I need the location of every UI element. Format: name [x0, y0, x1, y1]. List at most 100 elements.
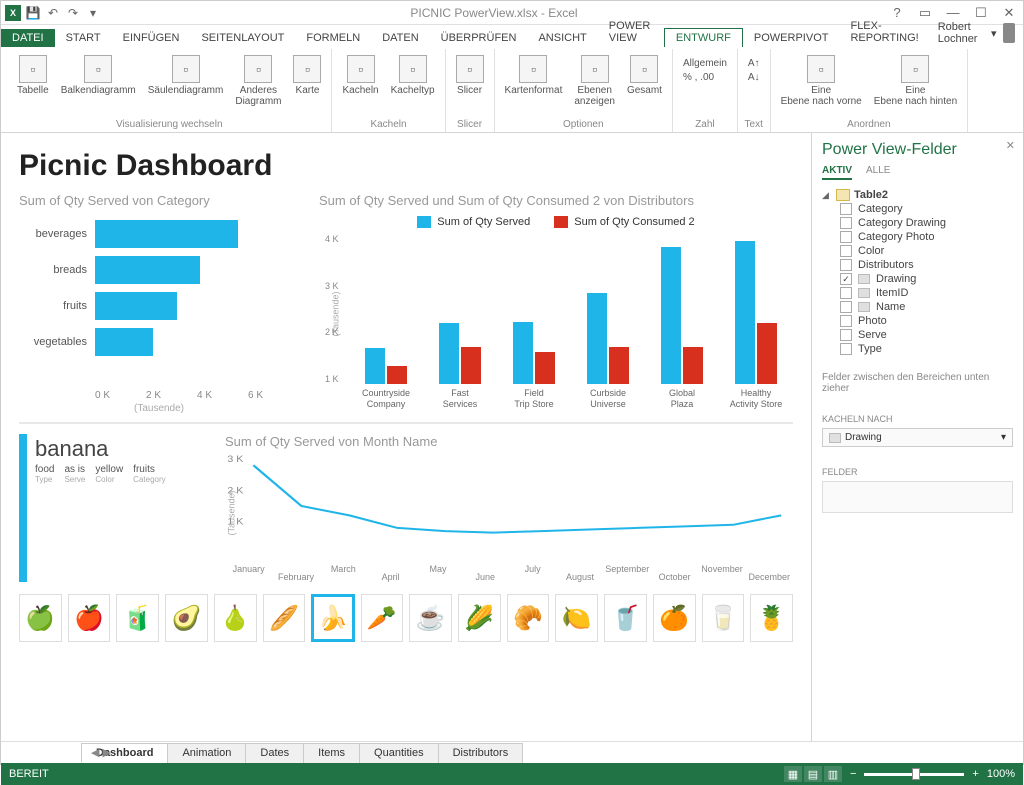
ribbon-button[interactable]: ▫Gesamt: [623, 53, 666, 109]
chart-distributors[interactable]: Sum of Qty Served und Sum of Qty Consume…: [319, 193, 793, 414]
tile-item[interactable]: 🍏: [19, 594, 62, 642]
tile-item[interactable]: 🌽: [458, 594, 501, 642]
field-item[interactable]: ItemID: [840, 286, 1013, 300]
ribbon-button[interactable]: ▫Balkendiagramm: [57, 53, 140, 109]
field-item[interactable]: Photo: [840, 314, 1013, 328]
checkbox[interactable]: [840, 287, 852, 299]
tile-item[interactable]: 🥑: [165, 594, 208, 642]
field-item[interactable]: Category Drawing: [840, 216, 1013, 230]
ribbon-button[interactable]: ▫Tabelle: [13, 53, 53, 109]
user-area[interactable]: Robert Lochner ▾: [930, 19, 1023, 47]
tab-flex[interactable]: FLEX-Reporting!: [839, 17, 929, 47]
field-name: Photo: [858, 315, 887, 327]
sheet-tab[interactable]: Animation: [167, 743, 246, 763]
tile-item[interactable]: ☕: [409, 594, 452, 642]
sheet-tab[interactable]: Items: [303, 743, 360, 763]
ribbon-small-item[interactable]: Allgemein: [679, 57, 731, 70]
zoom-out-button[interactable]: −: [850, 768, 856, 780]
checkbox[interactable]: [840, 217, 852, 229]
checkbox[interactable]: [840, 343, 852, 355]
field-item[interactable]: Color: [840, 244, 1013, 258]
checkbox[interactable]: [840, 231, 852, 243]
field-item[interactable]: Distributors: [840, 258, 1013, 272]
tree-table-node[interactable]: ◢ Table2: [822, 188, 1013, 202]
sheet-tab[interactable]: Dates: [245, 743, 304, 763]
ribbon-button[interactable]: ▫AnderesDiagramm: [231, 53, 285, 109]
excel-icon: X: [5, 5, 21, 21]
checkbox[interactable]: ✓: [840, 273, 852, 285]
redo-icon[interactable]: ↷: [65, 5, 81, 21]
pane-close-icon[interactable]: ✕: [1006, 139, 1015, 152]
tile-strip[interactable]: 🍏🍎🧃🥑🍐🥖🍌🥕☕🌽🥐🍋🥤🍊🥛🍍: [19, 594, 793, 642]
tile-item[interactable]: 🥕: [361, 594, 404, 642]
chart-month[interactable]: Sum of Qty Served von Month Name (Tausen…: [225, 434, 793, 582]
ribbon-button[interactable]: ▫Kacheltyp: [387, 53, 439, 98]
checkbox[interactable]: [840, 315, 852, 327]
ribbon-button[interactable]: ▫Kacheln: [338, 53, 382, 98]
tab-start[interactable]: START: [55, 29, 112, 47]
ribbon-button[interactable]: ▫EineEbene nach hinten: [870, 53, 961, 109]
qat-more-icon[interactable]: ▾: [85, 5, 101, 21]
tab-design[interactable]: ENTWURF: [664, 28, 743, 47]
tab-formulas[interactable]: FORMELN: [295, 29, 371, 47]
kacheln-dropdown[interactable]: Drawing ▾: [822, 428, 1013, 447]
ribbon-button[interactable]: ▫Slicer: [452, 53, 488, 98]
checkbox[interactable]: [840, 301, 852, 313]
tile-item[interactable]: 🍋: [555, 594, 598, 642]
view-normal-icon[interactable]: ▦: [784, 766, 802, 782]
tab-file[interactable]: DATEI: [1, 29, 55, 47]
tile-item[interactable]: 🍍: [750, 594, 793, 642]
tile-item[interactable]: 🥛: [702, 594, 745, 642]
tab-pagelayout[interactable]: SEITENLAYOUT: [190, 29, 295, 47]
tile-item[interactable]: 🍎: [68, 594, 111, 642]
sheet-nav[interactable]: ◀ ▶: [91, 746, 111, 759]
tile-item[interactable]: 🥤: [604, 594, 647, 642]
felder-dropzone[interactable]: [822, 481, 1013, 513]
chart-category[interactable]: Sum of Qty Served von Category beverages…: [19, 193, 299, 414]
view-pagelayout-icon[interactable]: ▤: [804, 766, 822, 782]
user-dropdown-icon: ▾: [991, 27, 997, 40]
tile-item[interactable]: 🍊: [653, 594, 696, 642]
zoom-slider[interactable]: [864, 773, 964, 776]
checkbox[interactable]: [840, 245, 852, 257]
tile-item[interactable]: 🥐: [507, 594, 550, 642]
ribbon-small-item[interactable]: A↑: [744, 57, 764, 70]
field-item[interactable]: ✓Drawing: [840, 272, 1013, 286]
tab-insert[interactable]: EINFÜGEN: [112, 29, 191, 47]
tab-view[interactable]: ANSICHT: [527, 29, 597, 47]
ribbon-small-item[interactable]: % , .00: [679, 71, 731, 84]
tab-review[interactable]: ÜBERPRÜFEN: [430, 29, 528, 47]
field-item[interactable]: Category Photo: [840, 230, 1013, 244]
checkbox[interactable]: [840, 259, 852, 271]
tab-powerview[interactable]: POWER VIEW: [598, 17, 664, 47]
tile-item[interactable]: 🧃: [116, 594, 159, 642]
ribbon-button[interactable]: ▫Karte: [289, 53, 325, 109]
view-pagebreak-icon[interactable]: ▥: [824, 766, 842, 782]
zoom-thumb[interactable]: [912, 768, 920, 780]
pane-tab-active[interactable]: AKTIV: [822, 165, 852, 180]
tile-item[interactable]: 🍐: [214, 594, 257, 642]
field-item[interactable]: Category: [840, 202, 1013, 216]
checkbox[interactable]: [840, 329, 852, 341]
sheet-tab[interactable]: Quantities: [359, 743, 439, 763]
tile-item[interactable]: 🥖: [263, 594, 306, 642]
field-item[interactable]: Serve: [840, 328, 1013, 342]
tab-data[interactable]: DATEN: [371, 29, 429, 47]
sheet-tab[interactable]: Distributors: [438, 743, 524, 763]
ribbon-button[interactable]: ▫Ebenenanzeigen: [570, 53, 619, 109]
zoom-in-button[interactable]: +: [972, 768, 978, 780]
field-item[interactable]: Name: [840, 300, 1013, 314]
collapse-icon[interactable]: ◢: [822, 190, 832, 201]
ribbon-small-item[interactable]: A↓: [744, 71, 764, 84]
item-card[interactable]: banana foodTypeas isServeyellowColorfrui…: [19, 434, 209, 582]
pane-tab-all[interactable]: ALLE: [866, 165, 890, 180]
ribbon-button[interactable]: ▫Säulendiagramm: [144, 53, 228, 109]
ribbon-button[interactable]: ▫Kartenformat: [501, 53, 567, 109]
ribbon-button[interactable]: ▫EineEbene nach vorne: [777, 53, 866, 109]
field-item[interactable]: Type: [840, 342, 1013, 356]
undo-icon[interactable]: ↶: [45, 5, 61, 21]
checkbox[interactable]: [840, 203, 852, 215]
tile-item[interactable]: 🍌: [311, 594, 354, 642]
save-icon[interactable]: 💾: [25, 5, 41, 21]
tab-powerpivot[interactable]: POWERPIVOT: [743, 29, 840, 47]
